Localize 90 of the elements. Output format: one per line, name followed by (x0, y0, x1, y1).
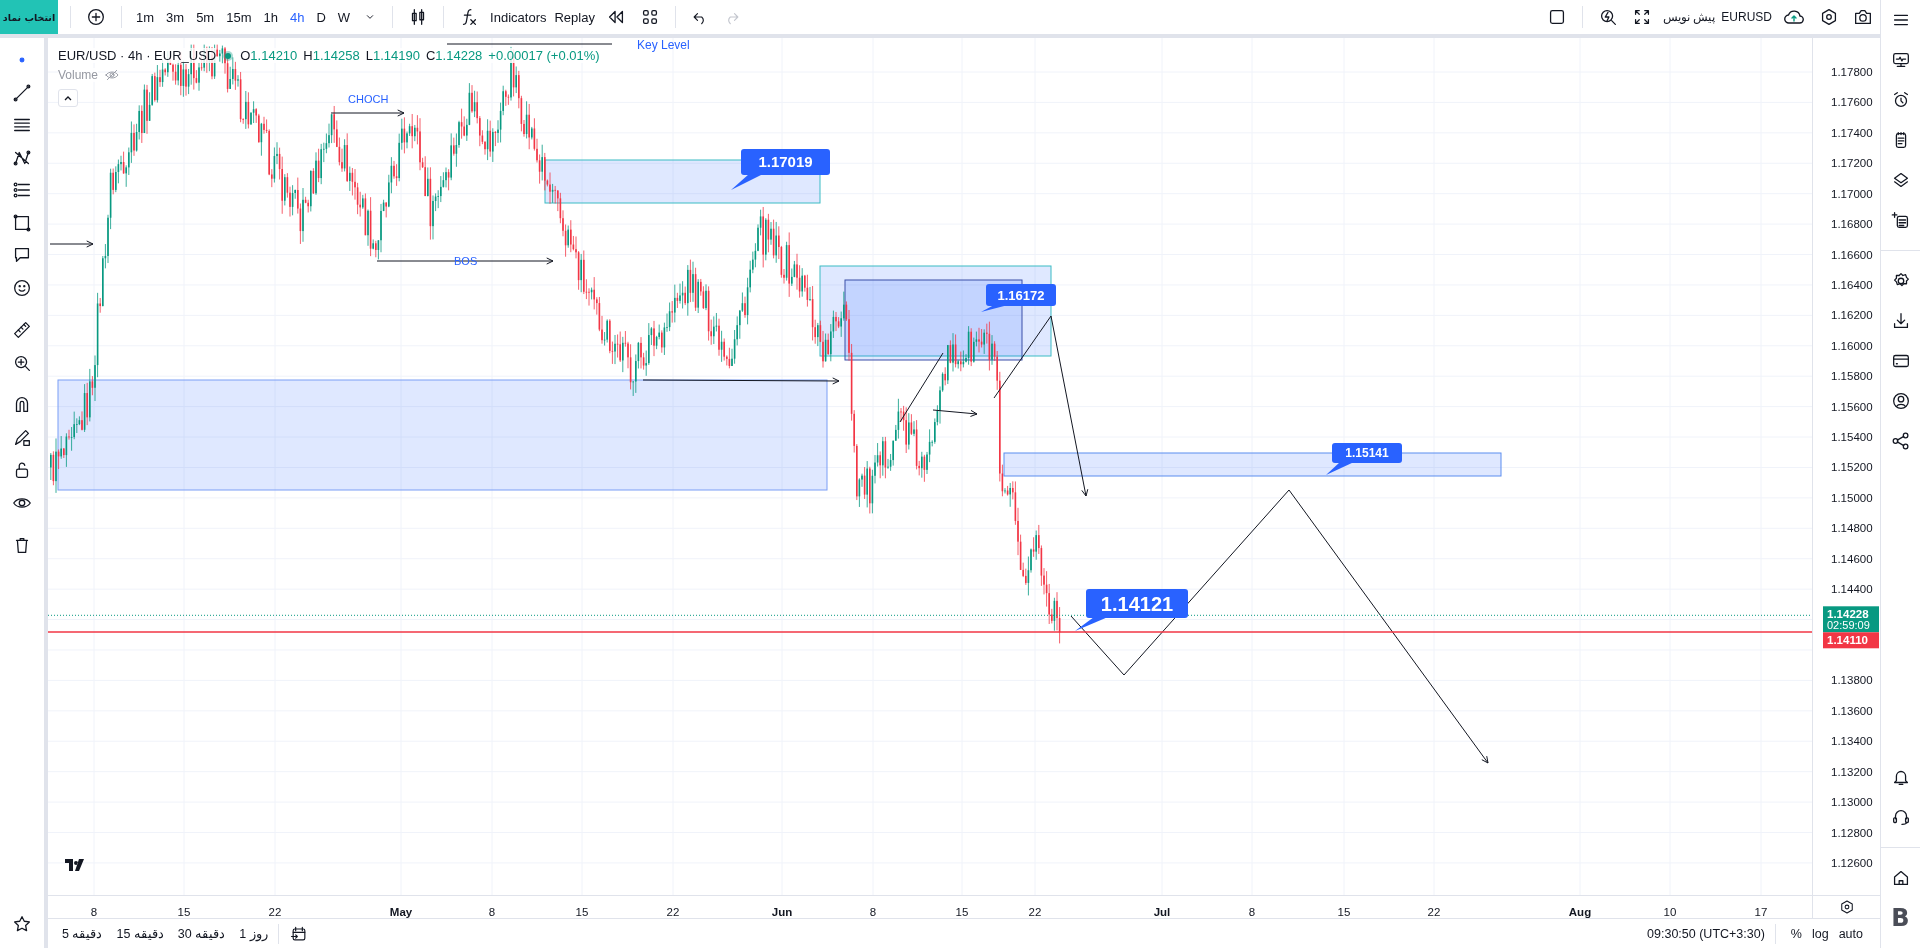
price-tick: 1.13800 (1831, 674, 1873, 687)
price-tick: 1.15600 (1831, 400, 1873, 413)
interval-tab[interactable]: 1h (259, 9, 282, 25)
price-tick: 1.14600 (1831, 552, 1873, 565)
price-label: 1.17019 (731, 149, 830, 190)
time-tick: 15 (575, 906, 589, 918)
price-tick: 1.14800 (1831, 522, 1873, 535)
time-tick: 8 (90, 906, 98, 918)
price-tick: 1.17000 (1831, 187, 1873, 200)
add-icon[interactable] (85, 6, 107, 28)
arrow-line (49, 240, 94, 248)
price-tick: 1.17400 (1831, 126, 1873, 139)
replay-button[interactable]: Replay (554, 9, 595, 25)
price-change: +0.00017 (+0.01%) (488, 48, 600, 63)
price-tick: 1.16600 (1831, 248, 1873, 261)
time-tick: 22 (666, 906, 680, 918)
time-tick: 10 (1663, 906, 1677, 918)
scale-option[interactable]: log (1811, 926, 1829, 941)
symbol-title[interactable]: EUR/USD · 4h · EUR_USD (58, 48, 217, 63)
symbol-name: EURUSD (1721, 10, 1772, 24)
time-tick: 15 (1337, 906, 1351, 918)
price-tick: 1.15000 (1831, 491, 1873, 504)
clock-time[interactable]: 09:30:50 (UTC+3:30) (1647, 926, 1765, 941)
price-tick: 1.16000 (1831, 339, 1873, 352)
time-tick: 15 (177, 906, 191, 918)
price-tick: 1.13400 (1831, 735, 1873, 748)
interval-tab[interactable]: D (312, 9, 330, 25)
price-tick: 1.16400 (1831, 278, 1873, 291)
ohlc-value: C1.14228 (425, 48, 483, 63)
time-tick: Jul (1153, 906, 1171, 918)
time-tick: Aug (1568, 906, 1592, 918)
time-tick: 17 (1754, 906, 1768, 918)
chart-label: CHOCH (348, 93, 389, 105)
time-tick: 22 (268, 906, 282, 918)
ohlc-value: L1.14190 (365, 48, 420, 63)
scale-option[interactable]: % (1790, 926, 1802, 941)
eye-off-icon[interactable] (104, 67, 121, 83)
interval-tab[interactable]: 3m (162, 9, 189, 25)
time-tick: Jun (771, 906, 793, 918)
range-button[interactable]: 5 دقیقه (62, 926, 103, 941)
price-tick: 1.16200 (1831, 309, 1873, 322)
price-tick: 1.15400 (1831, 431, 1873, 444)
trend-line (899, 352, 944, 423)
price-tick: 1.17800 (1831, 66, 1873, 78)
ohlc-value: H1.14258 (303, 48, 360, 63)
alert-price-badge: 1.14110 (1823, 632, 1879, 649)
last-price-badge: 1.14228 02:59:09 (1823, 606, 1879, 633)
chart-label: Key Level (637, 38, 690, 52)
price-tick: 1.15200 (1831, 461, 1873, 474)
symbol-search-button[interactable]: انتخاب نماد (0, 0, 58, 34)
price-tick: 1.12800 (1831, 826, 1873, 839)
indicators-button[interactable]: Indicators (490, 9, 547, 25)
price-tick: 1.17200 (1831, 157, 1873, 170)
chevron-up-icon (63, 94, 73, 102)
price-label: 1.15141 (1326, 443, 1402, 475)
time-tick: May (389, 906, 413, 918)
logo-icon[interactable] (65, 859, 85, 871)
brand-letter[interactable]: B (1891, 898, 1910, 938)
time-tick: 22 (1427, 906, 1441, 918)
interval-tab[interactable]: W (333, 9, 355, 25)
time-tick: 8 (488, 906, 496, 918)
chart-label: BOS (454, 255, 478, 267)
interval-tab[interactable]: 4h (285, 9, 309, 25)
volume-label: Volume (58, 68, 99, 82)
price-tick: 1.17600 (1831, 96, 1873, 109)
time-tick: 8 (869, 906, 877, 918)
price-label: 1.16172 (981, 284, 1056, 312)
arrow-line (932, 409, 978, 417)
price-tick: 1.15800 (1831, 370, 1873, 383)
price-tick: 1.13600 (1831, 704, 1873, 717)
price-tick: 1.13000 (1831, 796, 1873, 809)
range-button[interactable]: 15 دقیقه (116, 926, 164, 941)
time-tick: 15 (955, 906, 969, 918)
time-tick: 22 (1028, 906, 1042, 918)
time-tick: 8 (1248, 906, 1256, 918)
price-tick: 1.16800 (1831, 218, 1873, 231)
status-dot-icon (222, 49, 235, 62)
price-tick: 1.14400 (1831, 583, 1873, 596)
price-label: 1.14121 (1075, 589, 1188, 631)
interval-tab[interactable]: 5m (192, 9, 219, 25)
range-button[interactable]: 1 روز (239, 926, 268, 941)
ohlc-value: O1.14210 (240, 48, 298, 63)
interval-tab[interactable]: 1m (132, 9, 159, 25)
price-tick: 1.12600 (1831, 856, 1873, 869)
interval-tab[interactable]: 15m (222, 9, 256, 25)
collapse-button[interactable] (58, 89, 78, 107)
range-button[interactable]: 30 دقیقه (177, 926, 226, 941)
draft-label: پیش نویس (1663, 10, 1716, 24)
scale-option[interactable]: auto (1838, 926, 1863, 941)
price-tick: 1.13200 (1831, 765, 1873, 778)
